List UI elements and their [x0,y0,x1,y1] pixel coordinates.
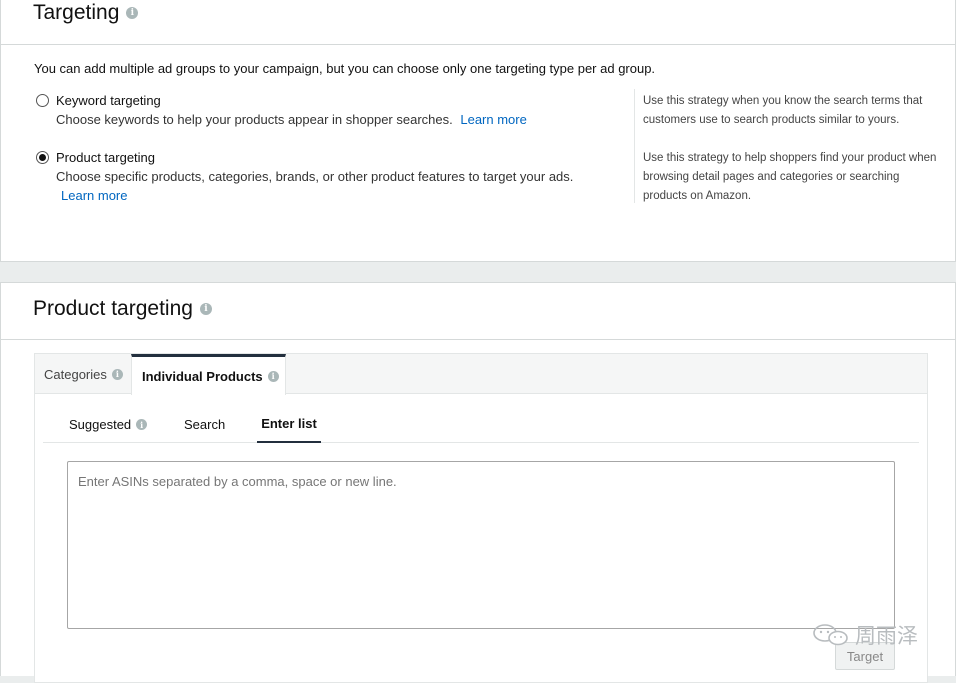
subtab-search[interactable]: Search [184,406,225,443]
header-divider [1,339,955,340]
info-icon[interactable]: i [267,370,279,382]
product-targeting-option[interactable]: Product targeting [36,150,155,165]
keyword-targeting-description: Choose keywords to help your products ap… [56,112,527,127]
tab-individual-products[interactable]: Individual Products i [131,354,286,395]
wechat-icon [813,624,848,646]
header-divider [1,44,955,45]
keyword-targeting-radio[interactable] [36,94,49,107]
info-icon[interactable]: i [136,419,148,430]
product-learn-more-link[interactable]: Learn more [61,188,127,203]
keyword-targeting-option[interactable]: Keyword targeting [36,93,161,108]
info-icon[interactable]: i [111,368,123,380]
subtab-suggested[interactable]: Suggested i [69,406,148,443]
info-icon[interactable]: i [199,303,212,315]
watermark: 周雨泽 [812,620,918,650]
targeting-tabs-container: Categories i Individual Products i Sugge… [34,353,928,683]
keyword-targeting-label: Keyword targeting [56,93,161,108]
asin-list-input[interactable] [67,461,895,629]
tab-strip: Categories i Individual Products i [35,354,927,395]
targeting-panel: Targeting i You can add multiple ad grou… [0,0,956,262]
keyword-targeting-hint: Use this strategy when you know the sear… [643,95,923,126]
product-targeting-radio[interactable] [36,151,49,164]
targeting-intro: You can add multiple ad groups to your c… [34,61,656,76]
info-icon[interactable]: i [126,7,139,19]
product-targeting-panel: Product targeting i Categories i Individ… [0,282,956,683]
tab-categories[interactable]: Categories i [44,354,123,394]
product-targeting-label: Product targeting [56,150,156,165]
subtab-enter-list[interactable]: Enter list [257,406,321,443]
keyword-learn-more-link[interactable]: Learn more [460,112,526,127]
watermark-text: 周雨泽 [855,624,918,648]
column-divider [634,89,635,203]
targeting-title: Targeting i [33,1,139,25]
product-targeting-description: Choose specific products, categories, br… [56,169,574,184]
product-targeting-title: Product targeting i [33,297,212,321]
product-targeting-hint: Use this strategy to help shoppers find … [643,152,937,202]
subtab-bar: Suggested i Search Enter list [43,406,919,443]
